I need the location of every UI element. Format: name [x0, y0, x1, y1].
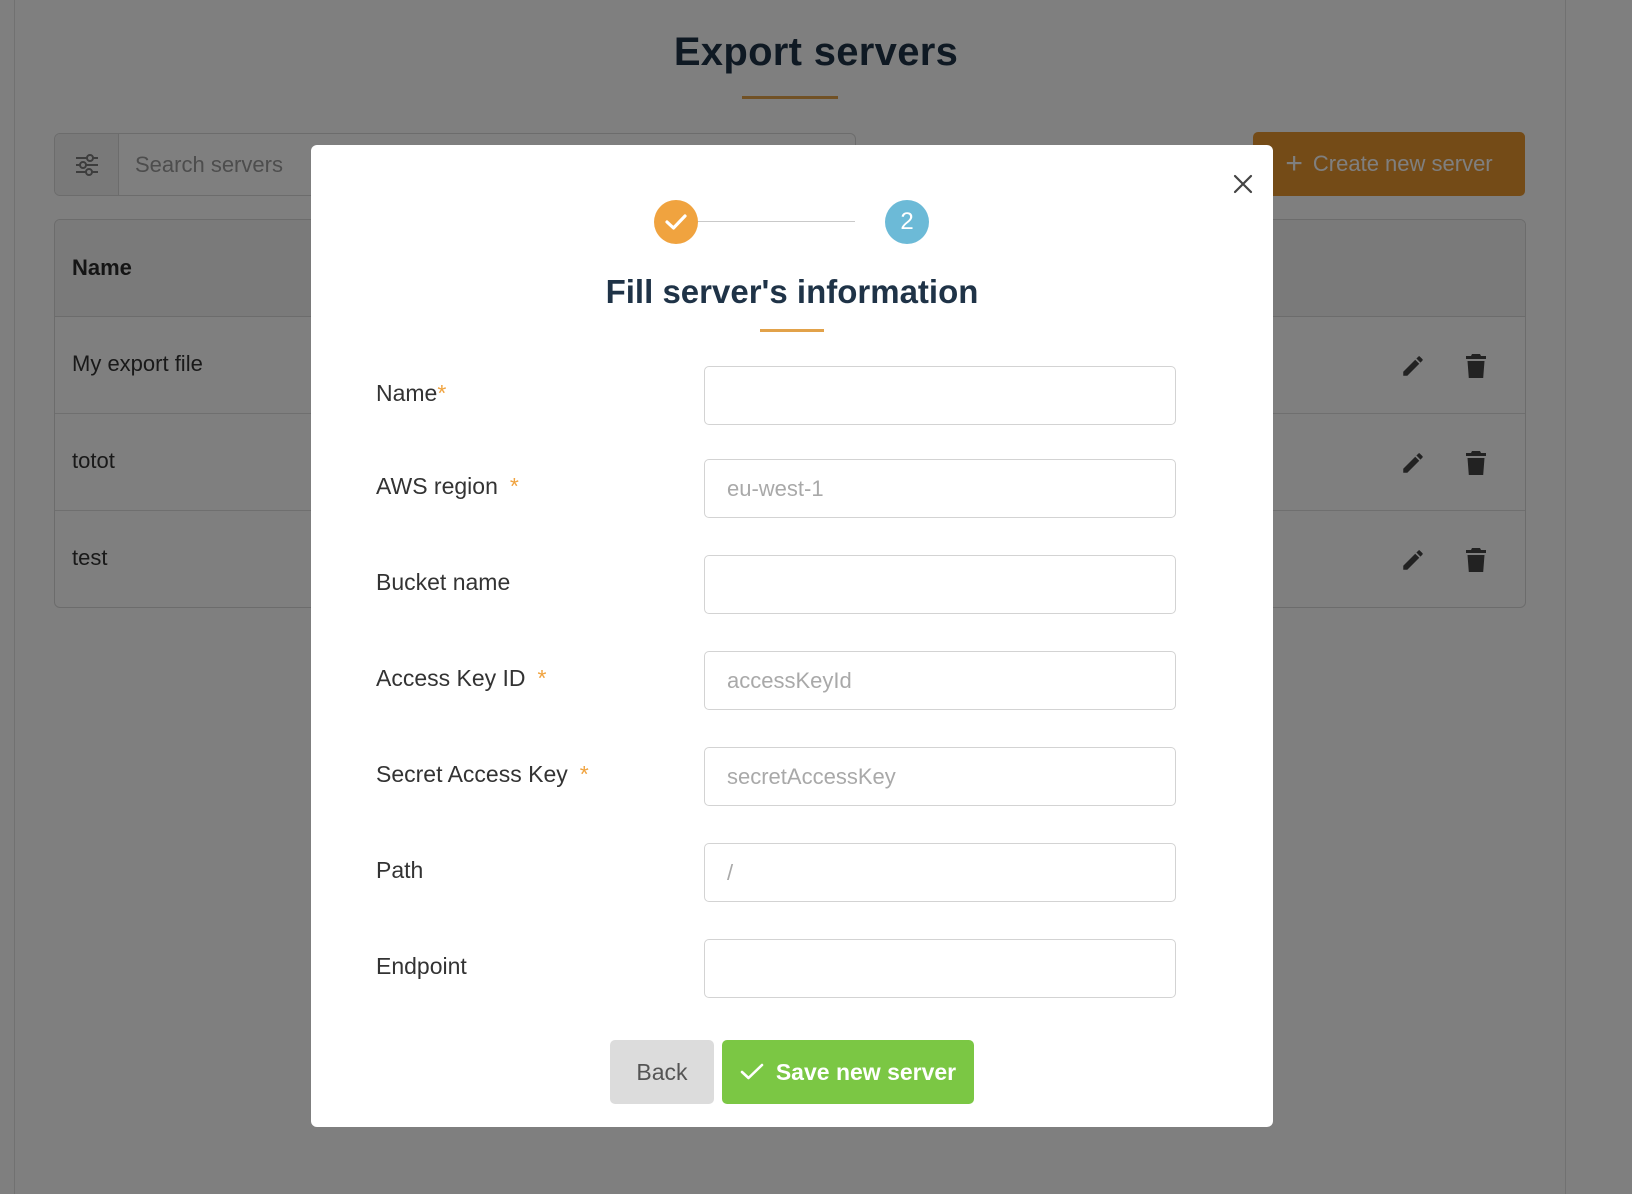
close-button[interactable]	[1226, 167, 1260, 201]
secret-access-key-label-text: Secret Access Key	[376, 761, 568, 787]
save-button-label: Save new server	[775, 1058, 957, 1085]
access-key-id-field[interactable]	[704, 651, 1176, 710]
check-icon	[665, 214, 687, 230]
bucket-name-label: Bucket name	[376, 569, 511, 595]
secret-access-key-label: Secret Access Key *	[376, 761, 589, 788]
endpoint-field[interactable]	[704, 939, 1176, 998]
stepper-connector	[675, 221, 855, 222]
secret-access-key-field[interactable]	[704, 747, 1176, 806]
aws-region-label: AWS region *	[376, 473, 519, 500]
path-label: Path	[376, 857, 424, 883]
save-new-server-button[interactable]: Save new server	[722, 1040, 974, 1104]
step-1-completed	[654, 200, 698, 244]
modal-title: Fill server's information	[605, 273, 979, 310]
required-asterisk: *	[537, 665, 547, 691]
aws-region-label-text: AWS region	[376, 473, 498, 499]
back-button[interactable]: Back	[610, 1040, 714, 1104]
aws-region-field[interactable]	[704, 459, 1176, 518]
name-field[interactable]	[704, 366, 1176, 425]
close-icon	[1233, 174, 1253, 194]
modal-title-underline	[760, 329, 824, 332]
check-icon	[740, 1063, 764, 1080]
name-label-text: Name	[376, 380, 438, 406]
step-2-current: 2	[885, 200, 929, 244]
access-key-id-label-text: Access Key ID	[376, 665, 526, 691]
name-label: Name*	[376, 380, 446, 407]
required-asterisk: *	[579, 761, 589, 787]
create-server-modal: 2 Fill server's information Name* AWS re…	[311, 145, 1273, 1127]
required-asterisk: *	[437, 380, 447, 406]
access-key-id-label: Access Key ID *	[376, 665, 547, 692]
bucket-name-field[interactable]	[704, 555, 1176, 614]
endpoint-label: Endpoint	[376, 953, 467, 979]
required-asterisk: *	[509, 473, 519, 499]
path-field[interactable]	[704, 843, 1176, 902]
